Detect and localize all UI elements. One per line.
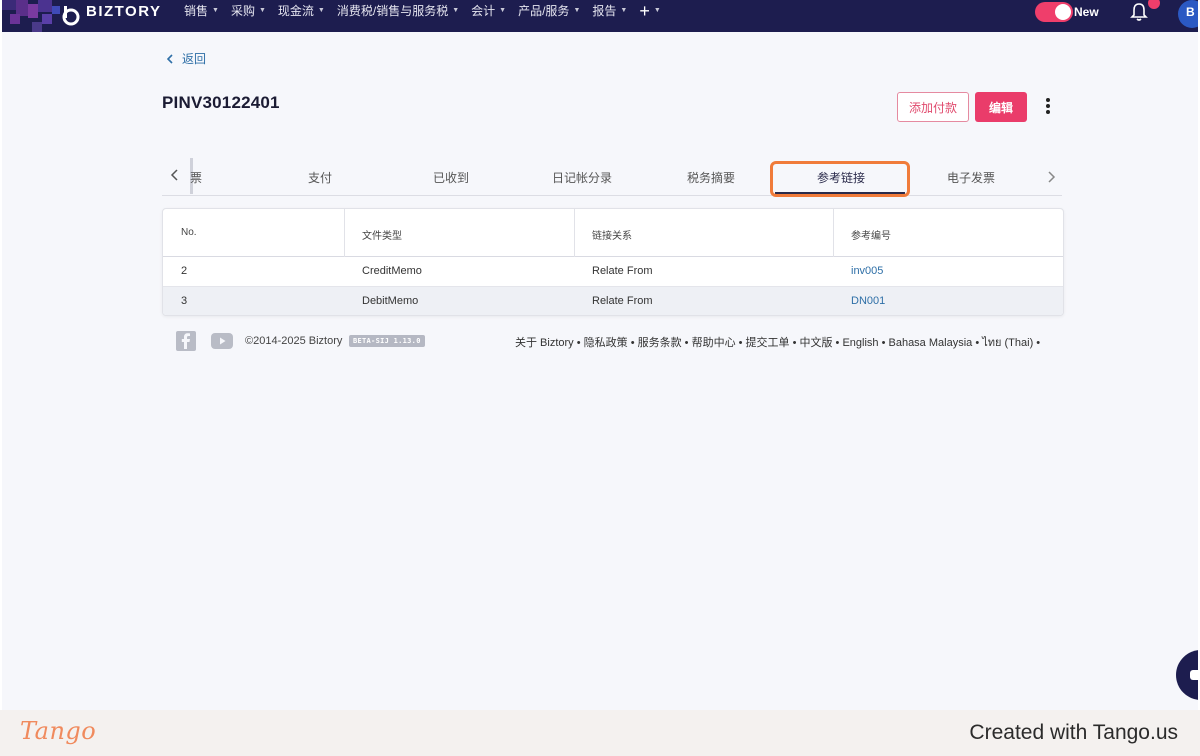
table-row: 3 DebitMemo Relate From DN001 — [163, 287, 1063, 315]
menu-cashflow[interactable]: 现金流 ▼ — [278, 2, 325, 19]
toggle-label: New — [1074, 5, 1099, 19]
menu-purchase-label: 采购 — [230, 3, 255, 18]
tab-journal[interactable]: 日记帐分录 — [552, 169, 612, 186]
menu-cashflow-label: 现金流 — [277, 3, 314, 18]
cell-ref-link[interactable]: DN001 — [851, 295, 885, 307]
table-row: 2 CreditMemo Relate From inv005 — [163, 257, 1063, 287]
tango-logo: Tango — [20, 717, 97, 745]
app-frame: BIZTORY 销售 ▼ 采购 ▼ 现金流 ▼ 消费税/销售与服务税 ▼ 会计 ▼ 产品/… — [2, 0, 1198, 710]
brand-name: BIZTORY — [86, 3, 162, 20]
cell-relation: Relate From — [592, 295, 653, 307]
column-header-no: No. — [181, 227, 197, 238]
column-divider — [344, 209, 345, 257]
back-link[interactable]: 返回 — [167, 50, 206, 67]
tab-e-invoice[interactable]: 电子发票 — [947, 169, 995, 186]
chevron-left-icon[interactable] — [170, 168, 180, 182]
tab-tax-summary[interactable]: 税务摘要 — [687, 169, 735, 186]
caret-down-icon: ▼ — [499, 6, 507, 14]
cell-doc-type: CreditMemo — [362, 265, 422, 277]
column-header-relation: 链接关系 — [592, 231, 632, 242]
new-ui-toggle[interactable] — [1035, 2, 1073, 22]
chevron-left-icon — [167, 53, 173, 64]
caret-down-icon: ▼ — [573, 6, 581, 14]
caret-down-icon: ▼ — [258, 6, 266, 14]
logo-area[interactable]: BIZTORY — [2, 0, 180, 32]
edit-button[interactable]: 编辑 — [975, 92, 1027, 122]
menu-reports-label: 报告 — [592, 3, 617, 18]
copyright-text: ©2014-2025 Biztory — [245, 335, 343, 347]
avatar[interactable]: B — [1178, 0, 1198, 28]
chat-icon — [1190, 670, 1198, 680]
main-menu: 销售 ▼ 采购 ▼ 现金流 ▼ 消费税/销售与服务税 ▼ 会计 ▼ 产品/服务 ▼ 报告 ▼ … — [184, 0, 673, 20]
tab-received[interactable]: 已收到 — [433, 169, 469, 186]
chevron-right-icon[interactable] — [1046, 170, 1056, 184]
table-header: No. 文件类型 链接关系 参考编号 — [163, 209, 1063, 257]
youtube-icon[interactable] — [211, 333, 233, 349]
cell-no: 2 — [181, 265, 188, 277]
more-options-icon[interactable] — [1042, 98, 1054, 116]
tango-watermark-bar: Tango Created with Tango.us — [0, 710, 1200, 756]
add-payment-button[interactable]: 添加付款 — [897, 92, 969, 122]
menu-purchase[interactable]: 采购 ▼ — [231, 2, 266, 19]
menu-sales[interactable]: 销售 ▼ — [184, 2, 219, 19]
footer-links[interactable]: 关于 Biztory • 隐私政策 • 服务条款 • 帮助中心 • 提交工单 •… — [515, 333, 1040, 351]
column-header-ref-no: 参考编号 — [851, 231, 891, 242]
chat-support-button[interactable] — [1176, 650, 1198, 700]
cell-no: 3 — [181, 295, 188, 307]
toggle-knob — [1055, 4, 1071, 20]
menu-tax[interactable]: 消费税/销售与服务税 ▼ — [337, 2, 459, 19]
menu-add[interactable]: + ▼ — [639, 1, 660, 20]
tab-bar: 票 支付 已收到 日记帐分录 税务摘要 参考链接 电子发票 — [162, 158, 1062, 196]
caret-down-icon: ▼ — [317, 6, 325, 14]
reference-table: No. 文件类型 链接关系 参考编号 2 CreditMemo Relate F… — [162, 208, 1064, 316]
menu-reports[interactable]: 报告 ▼ — [592, 2, 627, 19]
tab-invoice[interactable]: 票 — [190, 169, 202, 186]
caret-down-icon: ▼ — [620, 6, 628, 14]
menu-accounting[interactable]: 会计 ▼ — [471, 2, 506, 19]
cell-doc-type: DebitMemo — [362, 295, 419, 307]
page-title: PINV30122401 — [162, 93, 280, 112]
caret-down-icon: ▼ — [452, 6, 460, 14]
column-divider — [833, 209, 834, 257]
caret-down-icon: ▼ — [212, 6, 219, 14]
menu-products-label: 产品/服务 — [518, 3, 570, 18]
menu-tax-label: 消费税/销售与服务税 — [336, 3, 449, 18]
tango-credit: Created with Tango.us — [969, 721, 1178, 744]
column-header-doc-type: 文件类型 — [362, 231, 402, 242]
caret-down-icon: ▼ — [653, 6, 661, 14]
biztory-logo-icon — [62, 6, 80, 26]
menu-products[interactable]: 产品/服务 ▼ — [518, 2, 580, 19]
back-label: 返回 — [182, 52, 207, 66]
menu-accounting-label: 会计 — [471, 3, 496, 18]
notification-badge — [1148, 0, 1160, 9]
tutorial-highlight — [770, 161, 910, 197]
cell-relation: Relate From — [592, 265, 653, 277]
version-badge: BETA-SIJ 1.13.0 — [349, 335, 425, 347]
bell-icon[interactable] — [1130, 2, 1148, 22]
tab-payment[interactable]: 支付 — [308, 169, 332, 186]
facebook-icon[interactable] — [176, 331, 196, 351]
plus-icon: + — [639, 0, 650, 21]
column-divider — [574, 209, 575, 257]
cell-ref-link[interactable]: inv005 — [851, 265, 883, 277]
top-navbar: BIZTORY 销售 ▼ 采购 ▼ 现金流 ▼ 消费税/销售与服务税 ▼ 会计 ▼ 产品/… — [2, 0, 1198, 32]
menu-sales-label: 销售 — [184, 3, 209, 18]
